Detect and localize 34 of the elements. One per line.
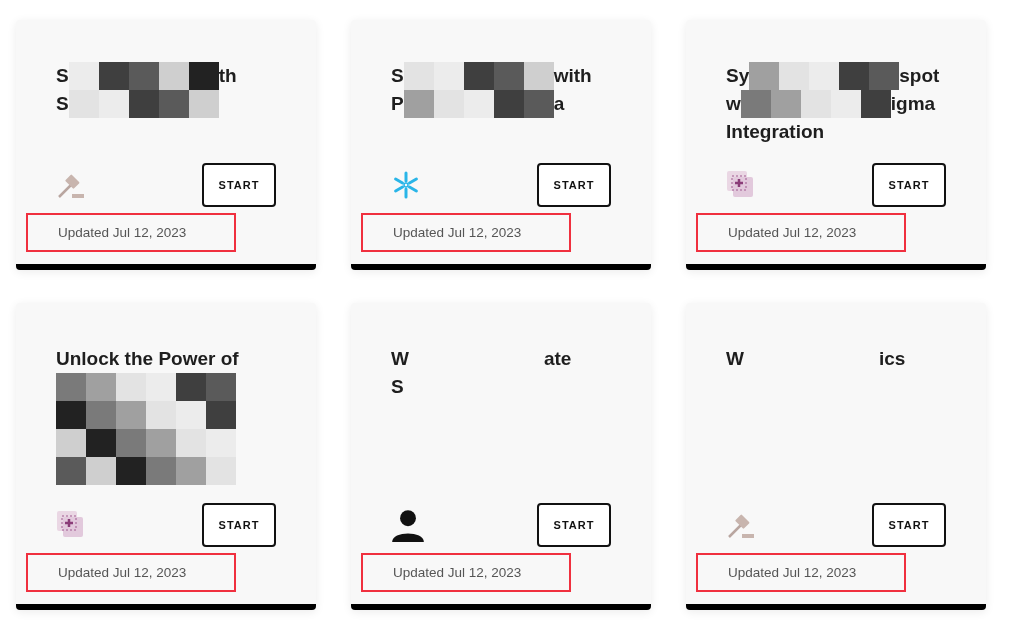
start-button[interactable]: START	[872, 503, 946, 547]
updated-date: Updated Jul 12, 2023	[361, 213, 572, 252]
start-button[interactable]: START	[537, 503, 611, 547]
updated-date: Updated Jul 12, 2023	[696, 213, 907, 252]
updated-date: Updated Jul 12, 2023	[361, 553, 572, 592]
snowflake-icon	[391, 170, 421, 200]
start-button[interactable]: START	[202, 163, 276, 207]
card-title: ics	[878, 348, 906, 370]
card-title: S	[56, 65, 69, 87]
card-title: P	[391, 93, 404, 115]
card-title: W	[391, 348, 409, 370]
card-title: W	[726, 348, 744, 370]
card-title: with	[553, 65, 592, 87]
card-title: Sy	[726, 65, 750, 87]
plus-squares-icon	[726, 170, 756, 200]
card-title: S	[391, 376, 404, 398]
updated-date: Updated Jul 12, 2023	[26, 553, 237, 592]
card-title: th	[218, 65, 237, 87]
person-icon	[391, 508, 425, 542]
card-title: S	[56, 93, 69, 115]
start-button[interactable]: START	[872, 163, 946, 207]
updated-date: Updated Jul 12, 2023	[26, 213, 237, 252]
start-button[interactable]: START	[202, 503, 276, 547]
updated-date: Updated Jul 12, 2023	[696, 553, 907, 592]
card-title: igma	[890, 93, 936, 115]
card-title: a	[553, 93, 565, 115]
plus-squares-icon	[56, 510, 86, 540]
card-title: Integration	[726, 121, 825, 143]
card-title: w	[726, 93, 741, 115]
card-title: spot	[899, 65, 940, 87]
card-title: ate	[543, 348, 572, 370]
card-title: Unlock the Power of	[56, 348, 239, 370]
card-title: S	[391, 65, 404, 87]
start-button[interactable]: START	[537, 163, 611, 207]
